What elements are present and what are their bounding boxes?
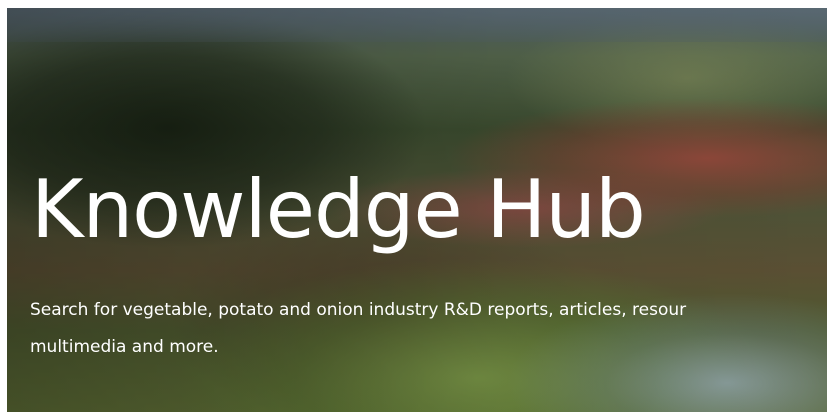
hero-subtitle-line-2: multimedia and more.	[30, 337, 219, 357]
page-title: Knowledge Hub	[31, 163, 646, 256]
hero-subtitle: Search for vegetable, potato and onion i…	[30, 292, 827, 366]
hero-subtitle-line-1: Search for vegetable, potato and onion i…	[30, 300, 687, 320]
hero-banner: Knowledge Hub Search for vegetable, pota…	[7, 8, 827, 412]
